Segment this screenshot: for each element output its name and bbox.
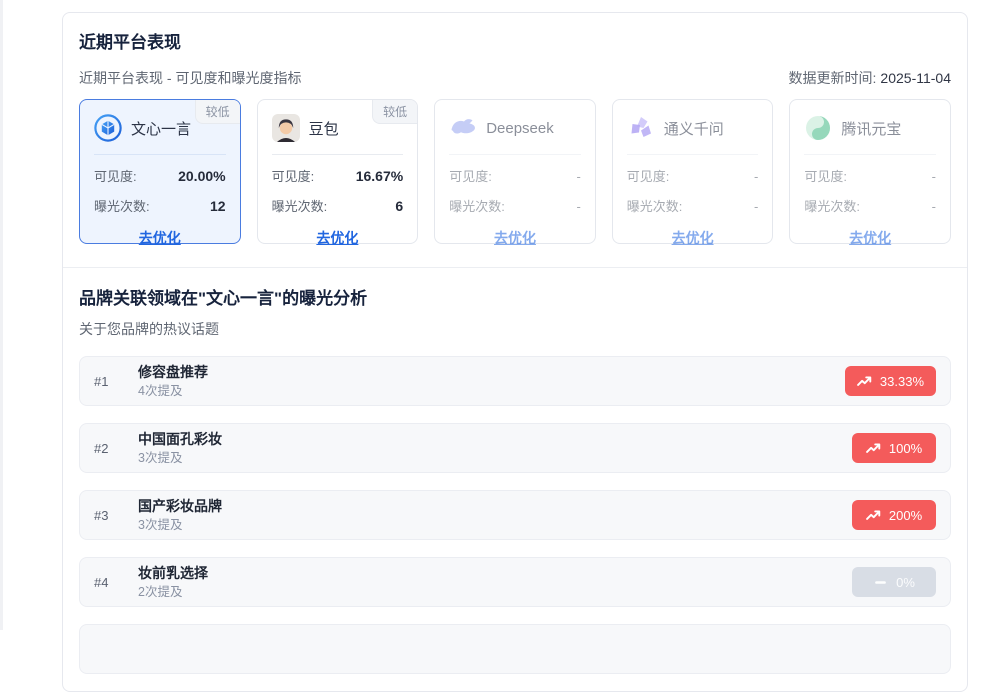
optimize-link[interactable]: 去优化 [627,228,759,248]
exposure-value: - [932,199,936,214]
trend-value: 33.33% [880,374,924,389]
updated-label: 数据更新时间: [789,70,877,86]
trend-up-icon [866,442,881,455]
visibility-label: 可见度: [627,166,670,185]
exposure-value: - [576,199,580,214]
visibility-label: 可见度: [94,166,137,185]
platform-name: 通义千问 [664,118,724,139]
topic-mentions: 3次提及 [138,517,222,533]
trend-badge: 100% [852,433,936,463]
optimize-link[interactable]: 去优化 [272,228,404,248]
tengxunyuanbao-icon [804,114,832,142]
section-divider [63,267,967,268]
visibility-label: 可见度: [449,166,492,185]
list-item: #1 修容盘推荐 4次提及 33.33% [79,356,951,406]
exposure-label: 曝光次数: [804,196,860,215]
exposure-label: 曝光次数: [449,196,505,215]
wenxinyiyan-icon [94,114,122,142]
trend-value: 100% [889,441,922,456]
exposure-value: 12 [210,198,226,214]
level-badge: 较低 [195,100,240,124]
data-updated-time: 数据更新时间:2025-11-04 [789,68,951,88]
rank-label: #3 [94,508,122,523]
exposure-value: 6 [395,198,403,214]
topic-title: 妆前乳选择 [138,564,208,582]
section-topics-subtitle: 关于您品牌的热议话题 [79,319,951,339]
list-item: #3 国产彩妆品牌 3次提及 200% [79,490,951,540]
list-item: #4 妆前乳选择 2次提及 0% [79,557,951,607]
topic-title: 中国面孔彩妆 [138,430,222,448]
topic-list: #1 修容盘推荐 4次提及 33.33% #2 中国面孔彩妆 3次提及 [79,356,951,674]
optimize-link[interactable]: 去优化 [94,228,226,248]
exposure-label: 曝光次数: [272,196,328,215]
exposure-label: 曝光次数: [627,196,683,215]
dashboard-panel: 近期平台表现 近期平台表现 - 可见度和曝光度指标 数据更新时间:2025-11… [62,12,968,692]
platform-cards: 较低 文心一言 可见度: 20.00% [79,99,951,244]
trend-up-icon [857,375,872,388]
topic-title: 国产彩妆品牌 [138,497,222,515]
platform-name: 豆包 [309,118,339,139]
platform-name: 腾讯元宝 [841,118,901,139]
trend-up-icon [866,509,881,522]
tongyiqianwen-icon [627,114,655,142]
section-performance-subtitle: 近期平台表现 - 可见度和曝光度指标 [79,68,301,88]
platform-card-tengxunyuanbao[interactable]: 腾讯元宝 可见度: - 曝光次数: - 去优化 [789,99,951,244]
rank-label: #4 [94,575,122,590]
topic-mentions: 2次提及 [138,584,208,600]
visibility-value: 16.67% [356,168,403,184]
topic-mentions: 4次提及 [138,383,208,399]
updated-value: 2025-11-04 [880,70,951,86]
optimize-link[interactable]: 去优化 [804,228,936,248]
topic-mentions: 3次提及 [138,450,222,466]
platform-card-tongyiqianwen[interactable]: 通义千问 可见度: - 曝光次数: - 去优化 [612,99,774,244]
visibility-value: - [932,169,936,184]
exposure-label: 曝光次数: [94,196,150,215]
platform-card-doubao[interactable]: 较低 豆包 可见度: 16.67% 曝光次数: 6 [257,99,419,244]
section-topics-title: 品牌关联领域在"文心一言"的曝光分析 [79,287,951,311]
optimize-link[interactable]: 去优化 [449,228,581,248]
list-item-partial [79,624,951,674]
deepseek-icon [449,114,477,142]
doubao-icon [272,114,300,142]
page-left-edge [0,0,3,630]
visibility-label: 可见度: [272,166,315,185]
list-item: #2 中国面孔彩妆 3次提及 100% [79,423,951,473]
topic-title: 修容盘推荐 [138,363,208,381]
visibility-value: 20.00% [178,168,225,184]
trend-badge: 0% [852,567,936,597]
platform-name: 文心一言 [131,118,191,139]
platform-card-deepseek[interactable]: Deepseek 可见度: - 曝光次数: - 去优化 [434,99,596,244]
visibility-label: 可见度: [804,166,847,185]
trend-value: 200% [889,508,922,523]
exposure-value: - [754,199,758,214]
platform-card-wenxinyiyan[interactable]: 较低 文心一言 可见度: 20.00% [79,99,241,244]
rank-label: #1 [94,374,122,389]
trend-value: 0% [896,575,915,590]
section-performance-title: 近期平台表现 [79,31,951,55]
trend-badge: 33.33% [845,366,936,396]
level-badge: 较低 [372,100,417,124]
trend-badge: 200% [852,500,936,530]
visibility-value: - [754,169,758,184]
visibility-value: - [576,169,580,184]
trend-flat-icon [873,576,888,589]
rank-label: #2 [94,441,122,456]
platform-name: Deepseek [486,120,554,137]
